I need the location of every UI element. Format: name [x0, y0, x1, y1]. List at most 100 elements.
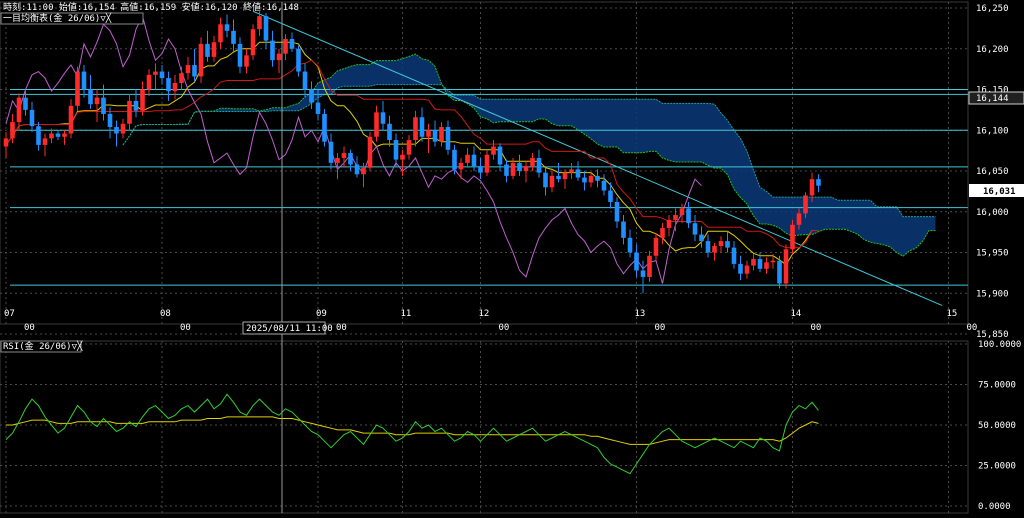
- rsi-indicator-label[interactable]: RSI(金 26/06)▽╳: [3, 340, 83, 352]
- candle-body: [393, 140, 399, 160]
- candle-body: [777, 260, 782, 284]
- candle-body: [627, 237, 633, 253]
- candle-body: [478, 166, 483, 173]
- main-indicator-label[interactable]: 一目均衡表(金 26/06)▽╳: [3, 12, 112, 24]
- candle-body: [153, 71, 158, 75]
- candle-body: [270, 40, 275, 61]
- candle-body: [536, 157, 542, 173]
- candle-body: [543, 172, 548, 188]
- candle-body: [491, 146, 496, 155]
- main-y-tick: 16,250: [976, 4, 1009, 14]
- candle-body: [55, 133, 61, 137]
- candle-body: [10, 122, 15, 139]
- candle-body: [224, 24, 230, 31]
- candle-body: [166, 78, 171, 92]
- candle-body: [692, 223, 698, 235]
- candle-body: [205, 43, 210, 57]
- candle-body: [601, 180, 607, 191]
- price-box-label: 16,144: [976, 94, 1009, 104]
- candle-body: [465, 154, 470, 163]
- candle-body: [192, 65, 197, 77]
- candle-body: [335, 157, 340, 163]
- candle-body: [322, 113, 327, 142]
- cursor-date-label: 2025/08/11 11:00: [246, 324, 333, 334]
- candle-body: [640, 270, 646, 277]
- candle-body: [23, 97, 28, 110]
- candle-body: [751, 259, 756, 266]
- rsi-y-tick: 75.0000: [978, 381, 1016, 391]
- candle-body: [504, 164, 509, 176]
- rsi-y-tick: 100.0000: [978, 340, 1021, 350]
- main-y-tick: 15,850: [976, 330, 1009, 340]
- main-y-tick: 16,050: [976, 167, 1009, 177]
- candle-body: [757, 259, 763, 269]
- candle-body: [426, 130, 431, 137]
- candle-body: [673, 215, 678, 220]
- candle-body: [738, 263, 743, 274]
- candle-body: [185, 65, 191, 74]
- candle-body: [101, 97, 106, 114]
- candle-body: [367, 136, 373, 168]
- x-day-label: 14: [791, 309, 802, 319]
- candle-body: [120, 123, 126, 134]
- main-y-tick: 16,000: [976, 208, 1009, 218]
- candle-body: [595, 175, 600, 181]
- candle-body: [549, 175, 555, 188]
- candle-body: [419, 117, 425, 137]
- candle-body: [575, 169, 581, 178]
- candle-body: [354, 164, 360, 175]
- candle-body: [666, 219, 672, 229]
- candle-body: [88, 89, 93, 105]
- candle-body: [452, 149, 457, 170]
- candle-body: [244, 55, 249, 67]
- candle-body: [718, 241, 724, 246]
- candle-body: [783, 249, 789, 284]
- rsi-y-tick: 50.0000: [978, 421, 1016, 431]
- x-hour-label: 00: [655, 323, 666, 333]
- candle-body: [413, 117, 418, 141]
- x-hour-label: 00: [967, 323, 978, 333]
- candle-body: [315, 102, 321, 114]
- x-day-label: 15: [947, 309, 958, 319]
- rsi-y-tick: 0.0000: [978, 502, 1011, 512]
- candle-body: [75, 71, 80, 106]
- candle-body: [257, 16, 262, 30]
- candle-body: [263, 16, 269, 41]
- candle-body: [361, 167, 366, 175]
- x-day-label: 07: [4, 309, 15, 319]
- x-hour-label: 00: [336, 323, 347, 333]
- candle-body: [686, 208, 691, 224]
- candle-body: [523, 166, 529, 171]
- candle-body: [29, 109, 35, 127]
- candle-body: [731, 247, 737, 264]
- candle-body: [16, 97, 22, 123]
- candle-body: [406, 140, 412, 155]
- ohlc-info: 時刻:11:00 始値:16,154 高値:16,159 安値:16,120 終…: [3, 1, 299, 13]
- candle-body: [62, 133, 67, 137]
- current-price-label: 16,031: [983, 187, 1016, 197]
- candle-body: [816, 179, 821, 186]
- x-day-label: 13: [635, 309, 646, 319]
- x-hour-label: 00: [24, 323, 35, 333]
- candle-body: [211, 42, 217, 57]
- candle-body: [517, 162, 522, 171]
- candle-body: [237, 43, 243, 67]
- candle-body: [146, 74, 152, 90]
- candle-body: [81, 71, 87, 90]
- candle-body: [497, 146, 503, 165]
- candle-body: [3, 138, 9, 147]
- rsi-y-tick: 25.0000: [978, 462, 1016, 472]
- candle-body: [296, 48, 301, 72]
- candle-body: [699, 234, 704, 242]
- x-hour-label: 00: [180, 323, 191, 333]
- main-y-axis: 16,25016,20016,15016,10016,05016,00015,9…: [976, 4, 1009, 340]
- candle-body: [562, 172, 568, 180]
- x-day-label: 08: [160, 309, 171, 319]
- candle-body: [133, 100, 139, 111]
- candle-body: [400, 154, 405, 160]
- candle-body: [725, 241, 730, 248]
- candle-body: [647, 255, 652, 277]
- candle-body: [159, 71, 165, 79]
- candle-body: [809, 179, 815, 196]
- chart-background: [0, 0, 1024, 518]
